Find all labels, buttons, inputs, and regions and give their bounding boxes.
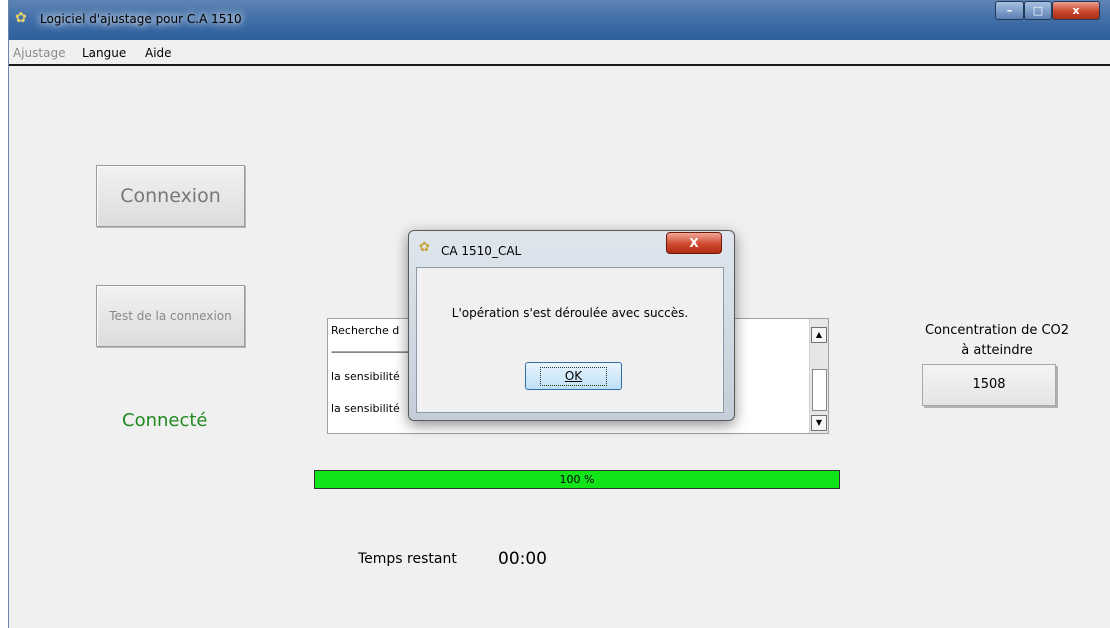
time-remaining-value: 00:00 [498, 549, 547, 569]
connexion-button[interactable]: Connexion [96, 165, 245, 227]
log-line: la sensibilité [331, 370, 400, 383]
dialog-message: L'opération s'est déroulée avec succès. [451, 306, 689, 320]
progress-label: 100 % [559, 473, 595, 486]
menu-ajustage[interactable]: Ajustage [13, 46, 65, 60]
co2-label-line1: Concentration de CO2 [924, 323, 1070, 338]
title-bar: ✿ Logiciel d'ajustage pour C.A 1510 – □ … [9, 0, 1110, 40]
progress-bar: 100 % [314, 470, 840, 489]
main-window: ✿ Logiciel d'ajustage pour C.A 1510 – □ … [8, 0, 1110, 628]
ok-label: OK [539, 367, 608, 386]
window-title: Logiciel d'ajustage pour C.A 1510 [40, 12, 242, 26]
menu-langue[interactable]: Langue [82, 46, 126, 60]
time-remaining-label: Temps restant [358, 551, 457, 567]
dialog-body: L'opération s'est déroulée avec succès. … [416, 267, 724, 413]
success-dialog: ✿ CA 1510_CAL X L'opération s'est déroul… [408, 230, 735, 421]
menu-bar: Ajustage Langue Aide [9, 42, 1110, 66]
ok-button[interactable]: OK [525, 362, 622, 390]
app-icon: ✿ [419, 240, 430, 255]
co2-target-label: Concentration de CO2 à atteindre [902, 321, 1092, 361]
app-icon: ✿ [15, 10, 27, 26]
arrow-down-icon[interactable]: ▼ [811, 415, 827, 431]
minimize-button[interactable]: – [995, 1, 1024, 20]
arrow-up-icon[interactable]: ▲ [811, 327, 827, 343]
scroll-thumb[interactable] [812, 369, 827, 411]
log-line: la sensibilité [331, 402, 400, 415]
test-connexion-button[interactable]: Test de la connexion [96, 285, 245, 347]
log-line: Recherche d [331, 324, 400, 337]
log-scrollbar[interactable]: ▲ ▼ [809, 319, 828, 433]
co2-target-value[interactable]: 1508 [922, 364, 1056, 406]
close-button[interactable]: x [1052, 1, 1100, 20]
menu-aide[interactable]: Aide [145, 46, 172, 60]
co2-label-line2: à atteindre [961, 343, 1033, 358]
dialog-title: CA 1510_CAL [441, 244, 522, 258]
connection-status: Connecté [122, 410, 208, 431]
maximize-button[interactable]: □ [1024, 1, 1052, 20]
dialog-close-button[interactable]: X [666, 232, 722, 254]
